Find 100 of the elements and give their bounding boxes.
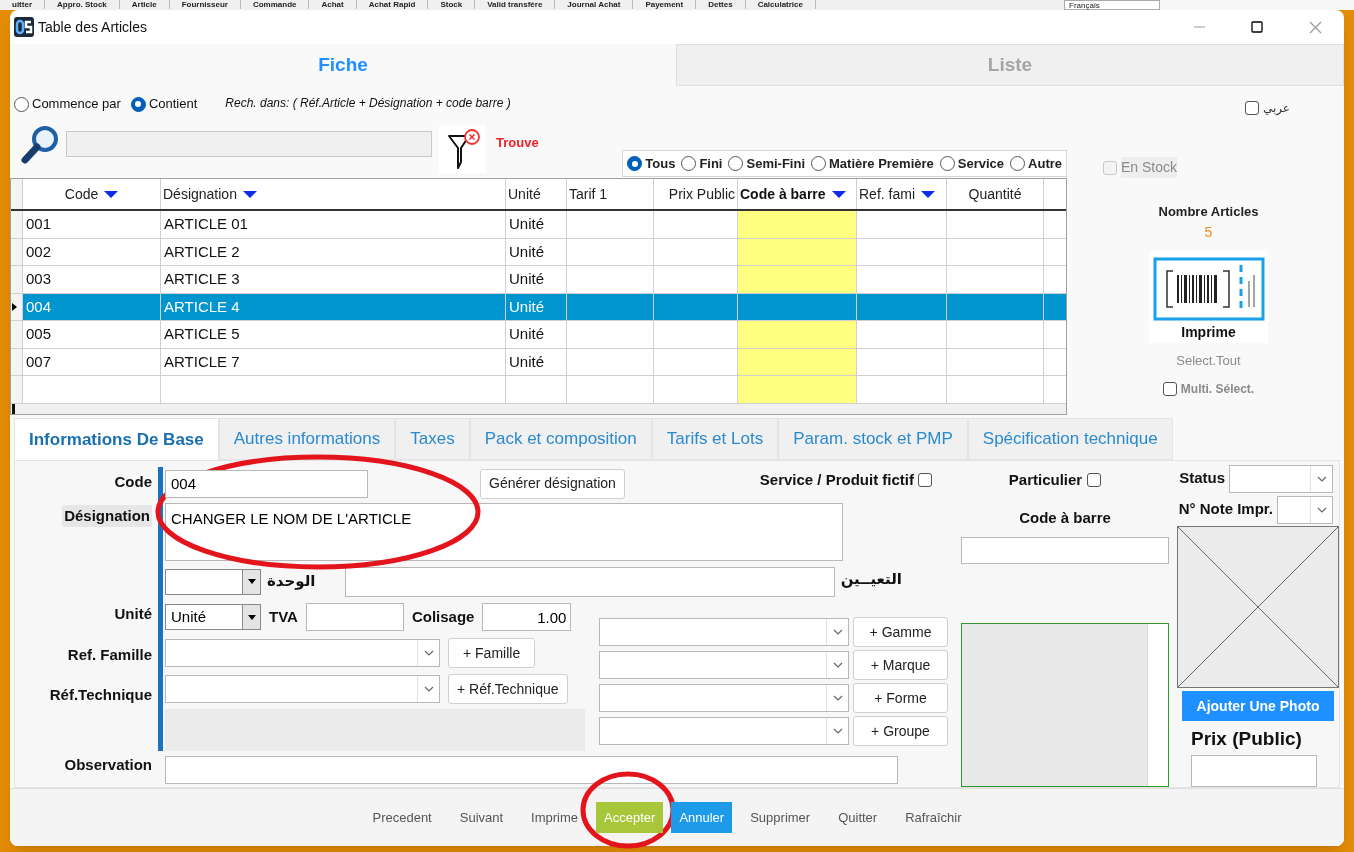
sort-arrow-icon[interactable] — [921, 189, 935, 199]
button[interactable]: Générer désignation — [480, 468, 625, 499]
menu-item[interactable]: Calculatrice — [745, 0, 816, 9]
menu-item[interactable]: Achat — [309, 0, 357, 9]
table-row[interactable]: 001 ARTICLE 01 Unité — [11, 211, 1066, 239]
table-cell: ARTICLE 01 — [161, 211, 506, 239]
radio-label[interactable]: Fini — [699, 153, 723, 174]
button[interactable]: + Gamme — [853, 617, 948, 648]
table-cell: 002 — [23, 238, 161, 266]
column-header[interactable]: Tarif 1 — [567, 179, 654, 209]
tab[interactable]: Informations De Base — [14, 418, 219, 460]
radio-button[interactable] — [130, 96, 146, 112]
menu-item[interactable]: uitter — [0, 0, 45, 9]
menu-item[interactable]: Fournisseur — [169, 0, 241, 9]
field-label: Service / Produit fictif — [759, 469, 914, 490]
button[interactable]: + Marque — [853, 650, 948, 681]
menu-item[interactable]: Valid transfére — [475, 0, 556, 9]
sort-arrow-icon[interactable] — [831, 189, 846, 199]
observation-field[interactable] — [165, 756, 898, 785]
dropdown[interactable] — [165, 568, 261, 595]
column-label: Code — [64, 184, 99, 204]
menu-item[interactable]: Article — [119, 0, 170, 9]
table-row[interactable]: 007 ARTICLE 7 Unité — [11, 348, 1066, 376]
table-cell: 001 — [23, 211, 161, 239]
window-title: Table des Articles — [38, 17, 147, 37]
table-cell — [506, 376, 567, 404]
field-label: Unité — [114, 604, 152, 625]
table-cell: Unité — [506, 348, 567, 376]
search-field[interactable] — [66, 131, 432, 157]
print-labels-button[interactable]: Imprime — [1149, 250, 1268, 343]
tva-field[interactable] — [305, 603, 404, 632]
table-row[interactable]: 002 ARTICLE 2 Unité — [11, 238, 1066, 266]
column-header[interactable]: Ref. fami — [857, 179, 947, 209]
dropdown-value: Unité — [170, 607, 208, 628]
radio-label[interactable]: Commence par — [32, 94, 121, 114]
button[interactable]: + Famille — [448, 638, 536, 669]
radio-button[interactable] — [14, 96, 29, 112]
checkbox[interactable] — [1087, 473, 1102, 488]
menu-item[interactable]: Commande — [240, 0, 310, 9]
search-status: Trouve — [496, 134, 539, 153]
toolbar-link[interactable]: Suivant — [449, 802, 514, 833]
radio-button[interactable] — [681, 156, 697, 171]
maximize-icon — [1251, 21, 1263, 33]
checkbox[interactable] — [918, 472, 932, 487]
table-row[interactable]: 003 ARTICLE 3 Unité — [11, 266, 1066, 294]
column-header[interactable]: Code — [23, 179, 161, 209]
designation-field[interactable]: CHANGER LE NOM DE L'ARTICLE — [165, 502, 843, 561]
toolbar-link[interactable]: Precedent — [362, 802, 442, 833]
radio-label[interactable]: Matière Première — [829, 153, 934, 174]
checkbox[interactable] — [1244, 101, 1259, 115]
button[interactable]: + Forme — [853, 683, 948, 714]
menu-item[interactable]: Appro. Stock — [45, 0, 120, 9]
colisage-field[interactable]: 1.00 — [482, 603, 572, 632]
toolbar-link[interactable]: Imprime — [521, 802, 589, 833]
radio-label[interactable]: Service — [957, 153, 1005, 174]
column-header[interactable]: Quantité — [947, 179, 1044, 209]
menu-item[interactable]: Dettes — [696, 0, 746, 9]
button[interactable]: + Réf.Technique — [448, 674, 568, 705]
table-cell: 005 — [23, 321, 161, 349]
column-header[interactable]: Unité — [506, 179, 567, 209]
column-header[interactable]: Code à barre — [738, 179, 857, 209]
radio-button[interactable] — [939, 156, 955, 171]
toolbar-link[interactable]: Supprimer — [740, 802, 821, 833]
checkbox[interactable] — [1162, 382, 1177, 396]
horizontal-scrollbar[interactable] — [11, 403, 1066, 414]
count-value: 5 — [1204, 222, 1213, 242]
menu-item[interactable]: Payement — [633, 0, 697, 9]
table-cell: Unité — [506, 211, 567, 239]
column-label: Prix Public — [668, 184, 735, 204]
radio-label[interactable]: Semi-Fini — [746, 153, 805, 174]
menu-item[interactable]: Achat Rapid — [356, 0, 429, 9]
radio-button[interactable] — [1010, 156, 1026, 171]
column-header[interactable]: Désignation — [161, 179, 506, 209]
button[interactable]: + Groupe — [853, 716, 948, 747]
radio-label[interactable]: Tous — [645, 153, 676, 174]
radio-button[interactable] — [728, 156, 744, 171]
menu-item[interactable]: Journal Achat — [555, 0, 634, 9]
table-cell: ARTICLE 3 — [161, 266, 506, 294]
radio-label[interactable]: Contient — [148, 94, 198, 114]
sort-arrow-icon[interactable] — [104, 189, 119, 199]
dropdown[interactable]: Unité — [165, 604, 261, 631]
radio-label[interactable]: Autre — [1028, 153, 1062, 174]
column-label: Code à barre — [740, 184, 826, 204]
checkbox-label[interactable]: عربي — [1262, 99, 1290, 117]
radio-button[interactable] — [627, 156, 643, 171]
toolbar-link[interactable]: Quitter — [828, 802, 888, 833]
field-label: الوحدة — [267, 571, 316, 593]
row-pointer-icon — [11, 301, 18, 312]
field-label: Particulier — [1008, 470, 1083, 490]
field-label: Status — [1179, 468, 1225, 489]
barcode-field[interactable] — [961, 537, 1169, 564]
column-header[interactable]: Prix Public — [654, 179, 738, 209]
table-row[interactable]: 005 ARTICLE 5 Unité — [11, 321, 1066, 349]
arabic-designation-field[interactable] — [344, 566, 835, 597]
toolbar-link[interactable]: Rafraîchir — [895, 802, 972, 833]
price-field[interactable] — [1191, 754, 1317, 787]
menu-item[interactable]: Stock — [428, 0, 476, 9]
radio-button[interactable] — [811, 156, 826, 171]
code-field[interactable]: 004 — [165, 469, 368, 498]
sort-arrow-icon[interactable] — [242, 189, 257, 199]
